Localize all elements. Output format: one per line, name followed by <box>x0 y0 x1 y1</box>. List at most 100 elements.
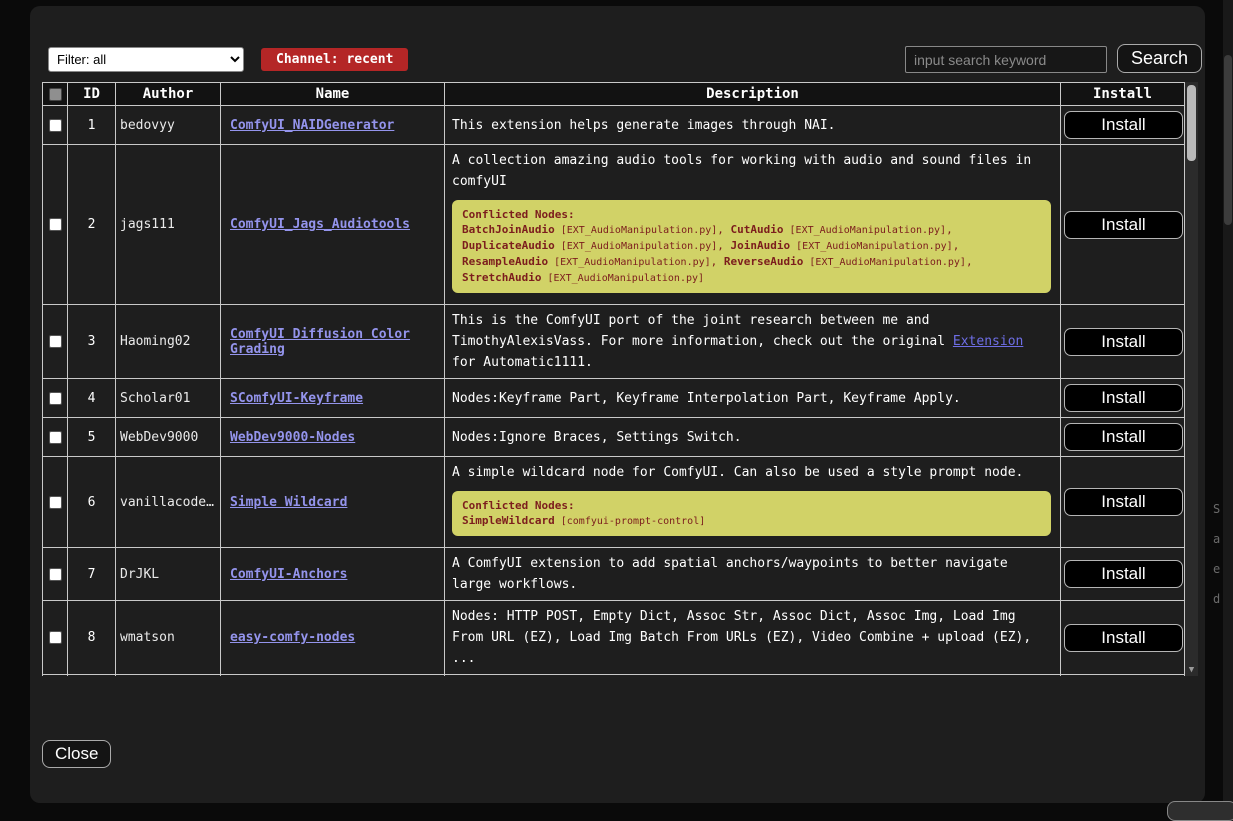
conflict-body: BatchJoinAudio [EXT_AudioManipulation.py… <box>462 222 1041 286</box>
row-description: This extension helps generate images thr… <box>445 106 1061 145</box>
conflict-body: SimpleWildcard [comfyui-prompt-control] <box>462 513 1041 529</box>
row-checkbox[interactable] <box>49 631 62 644</box>
row-checkbox-cell <box>43 145 68 305</box>
description-text: A ComfyUI extension to add spatial ancho… <box>452 553 1053 595</box>
row-id: 3 <box>68 305 116 379</box>
custom-nodes-table: ID Author Name Description Install 1bedo… <box>42 82 1185 676</box>
table-scrollbar[interactable]: ▼ <box>1185 82 1198 676</box>
node-name-link[interactable]: ComfyUI_Jags_Audiotools <box>230 217 410 232</box>
conflict-node-name: ResampleAudio <box>462 255 548 268</box>
conflict-node-name: DuplicateAudio <box>462 239 555 252</box>
col-header-description: Description <box>445 83 1061 106</box>
row-checkbox-cell <box>43 305 68 379</box>
row-description: A ComfyUI extension to add spatial ancho… <box>445 548 1061 601</box>
node-name-link[interactable]: ComfyUI_NAIDGenerator <box>230 118 394 133</box>
table-row: 8wmatsoneasy-comfy-nodesNodes: HTTP POST… <box>43 601 1185 675</box>
row-name-cell: ComfyUI_Jags_Audiotools <box>221 145 445 305</box>
install-button[interactable]: Install <box>1064 624 1183 652</box>
install-button[interactable]: Install <box>1064 384 1183 412</box>
row-checkbox[interactable] <box>49 431 62 444</box>
row-name-cell: Simple Wildcard <box>221 457 445 548</box>
conflict-node-name: JoinAudio <box>731 239 791 252</box>
install-button[interactable]: Install <box>1064 560 1183 588</box>
search-button[interactable]: Search <box>1117 44 1202 73</box>
install-button[interactable]: Install <box>1064 111 1183 139</box>
install-button[interactable]: Install <box>1064 211 1183 239</box>
page-scrollbar-thumb[interactable] <box>1224 55 1232 225</box>
conflict-node-ref: [EXT_AudioManipulation.py] <box>541 273 704 284</box>
row-name-cell: WebDev9000-Nodes <box>221 418 445 457</box>
description-text: Nodes: HTTP POST, Empty Dict, Assoc Str,… <box>452 606 1053 669</box>
conflict-node-ref: [EXT_AudioManipulation.py] <box>548 257 711 268</box>
row-name-cell: easy-comfy-nodes <box>221 601 445 675</box>
page-scrollbar[interactable] <box>1223 0 1233 815</box>
row-install-cell: Install <box>1061 418 1185 457</box>
conflict-node-name: CutAudio <box>731 223 784 236</box>
row-name-cell: ComfyUI Diffusion Color Grading <box>221 305 445 379</box>
row-author: DrJKL <box>116 548 221 601</box>
table-row: 1bedovyyComfyUI_NAIDGeneratorThis extens… <box>43 106 1185 145</box>
row-install-cell: Install <box>1061 675 1185 677</box>
node-name-link[interactable]: ComfyUI Diffusion Color Grading <box>230 327 410 357</box>
row-description: Nodes: HTTP POST, Empty Dict, Assoc Str,… <box>445 601 1061 675</box>
row-install-cell: Install <box>1061 305 1185 379</box>
conflict-node-ref: [EXT_AudioManipulation.py] <box>555 241 718 252</box>
row-description: This is the ComfyUI port of the joint re… <box>445 305 1061 379</box>
node-name-link[interactable]: Simple Wildcard <box>230 495 347 510</box>
col-header-author: Author <box>116 83 221 106</box>
channel-badge: Channel: recent <box>261 48 408 71</box>
corner-button-partial[interactable] <box>1167 801 1233 821</box>
conflict-warning: Conflicted Nodes:SimpleWildcard [comfyui… <box>452 491 1051 536</box>
row-author: Haoming02 <box>116 305 221 379</box>
select-all-checkbox[interactable] <box>49 88 62 101</box>
row-checkbox[interactable] <box>49 392 62 405</box>
table-scrollbar-thumb[interactable] <box>1187 85 1196 161</box>
table-row: 5WebDev9000WebDev9000-NodesNodes:Ignore … <box>43 418 1185 457</box>
row-id: 1 <box>68 106 116 145</box>
row-name-cell: ComfyUI_NAIDGenerator <box>221 106 445 145</box>
node-name-link[interactable]: ComfyUI-Anchors <box>230 567 347 582</box>
node-name-link[interactable]: SComfyUI-Keyframe <box>230 391 363 406</box>
row-id: 7 <box>68 548 116 601</box>
search-input[interactable] <box>905 46 1107 73</box>
row-checkbox[interactable] <box>49 119 62 132</box>
row-id: 4 <box>68 379 116 418</box>
row-install-cell: Install <box>1061 457 1185 548</box>
col-header-checkbox <box>43 83 68 106</box>
filter-select[interactable]: Filter: all <box>48 47 244 72</box>
node-name-link[interactable]: easy-comfy-nodes <box>230 630 355 645</box>
table-body: 1bedovyyComfyUI_NAIDGeneratorThis extens… <box>43 106 1185 677</box>
node-name-link[interactable]: WebDev9000-Nodes <box>230 430 355 445</box>
table-row: 7DrJKL ComfyUI-Anchors A ComfyUI extension… <box>43 548 1185 601</box>
row-checkbox-cell <box>43 548 68 601</box>
install-button[interactable]: Install <box>1064 488 1183 516</box>
row-name-cell: ComfyUI_Mexx_Styler <box>221 675 445 677</box>
conflict-node-name: ReverseAudio <box>724 255 803 268</box>
scroll-down-arrow-icon[interactable]: ▼ <box>1185 665 1198 675</box>
row-author: WebDev9000 <box>116 418 221 457</box>
row-checkbox-cell <box>43 418 68 457</box>
conflict-node-name: BatchJoinAudio <box>462 223 555 236</box>
row-checkbox[interactable] <box>49 218 62 231</box>
install-button[interactable]: Install <box>1064 423 1183 451</box>
row-name-cell: SComfyUI-Keyframe <box>221 379 445 418</box>
conflict-node-ref: [EXT_AudioManipulation.py] <box>784 225 947 236</box>
row-checkbox-cell <box>43 601 68 675</box>
col-header-name: Name <box>221 83 445 106</box>
description-link[interactable]: Extension <box>953 334 1023 349</box>
table-row: 3Haoming02 ComfyUI Diffusion Color Gradin… <box>43 305 1185 379</box>
row-id: 9 <box>68 675 116 677</box>
conflict-node-name: StretchAudio <box>462 271 541 284</box>
row-checkbox[interactable] <box>49 568 62 581</box>
row-author: Scholar01 <box>116 379 221 418</box>
description-text: This extension helps generate images thr… <box>452 115 1053 136</box>
table-wrap: ID Author Name Description Install 1bedo… <box>42 82 1198 676</box>
close-button[interactable]: Close <box>42 740 111 768</box>
row-author: wmatson <box>116 601 221 675</box>
custom-nodes-dialog: Filter: all Channel: recent Search ID Au… <box>30 6 1205 803</box>
row-checkbox[interactable] <box>49 335 62 348</box>
row-checkbox[interactable] <box>49 496 62 509</box>
edge-glyph: a <box>1213 532 1220 546</box>
install-button[interactable]: Install <box>1064 328 1183 356</box>
edge-glyph: e <box>1213 562 1220 576</box>
